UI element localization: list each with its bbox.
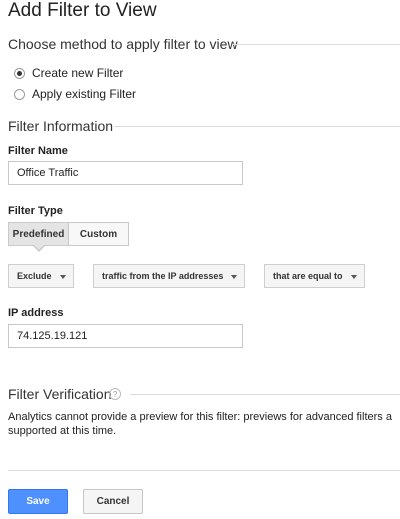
method-divider: [232, 44, 400, 45]
filter-verification-heading: Filter Verification: [8, 386, 112, 402]
filter-source-dropdown[interactable]: traffic from the IP addresses: [93, 264, 245, 288]
radio-button-checked[interactable]: [14, 67, 25, 79]
radio-label-create-new: Create new Filter: [32, 66, 124, 80]
page-title: Add Filter to View: [8, 0, 157, 21]
radio-apply-existing-filter[interactable]: Apply existing Filter: [14, 87, 136, 101]
question-circle-icon[interactable]: ?: [109, 388, 121, 400]
filter-name-label: Filter Name: [8, 145, 68, 157]
verification-message-line2: supported at this time.: [8, 425, 117, 437]
tab-predefined[interactable]: Predefined: [8, 222, 69, 246]
verification-message: Analytics cannot provide a preview for t…: [8, 410, 400, 438]
filter-expression-dropdown[interactable]: that are equal to: [264, 264, 365, 288]
filter-name-input[interactable]: [8, 161, 243, 185]
filter-source-value: traffic from the IP addresses: [102, 271, 224, 281]
filter-action-dropdown[interactable]: Exclude: [8, 264, 74, 288]
filter-information-divider: [114, 126, 400, 127]
ip-address-input[interactable]: [8, 324, 243, 348]
active-tab-pointer-fill: [34, 245, 44, 250]
filter-action-value: Exclude: [17, 271, 52, 281]
radio-create-new-filter[interactable]: Create new Filter: [14, 66, 123, 80]
save-button[interactable]: Save: [8, 489, 68, 514]
radio-label-apply-existing: Apply existing Filter: [32, 87, 137, 101]
method-heading: Choose method to apply filter to view: [8, 36, 238, 52]
verification-message-line1: Analytics cannot provide a preview for t…: [8, 411, 392, 423]
cancel-button[interactable]: Cancel: [83, 489, 143, 514]
chevron-down-icon: [231, 275, 237, 279]
ip-address-label: IP address: [8, 307, 64, 319]
radio-button-unchecked[interactable]: [14, 88, 25, 100]
chevron-down-icon: [60, 275, 66, 279]
footer-divider: [8, 470, 400, 471]
filter-expression-value: that are equal to: [273, 271, 343, 281]
filter-type-label: Filter Type: [8, 205, 63, 217]
filter-verification-divider: [130, 394, 400, 395]
filter-information-heading: Filter Information: [8, 118, 114, 134]
chevron-down-icon: [351, 275, 357, 279]
tab-custom[interactable]: Custom: [68, 222, 129, 246]
